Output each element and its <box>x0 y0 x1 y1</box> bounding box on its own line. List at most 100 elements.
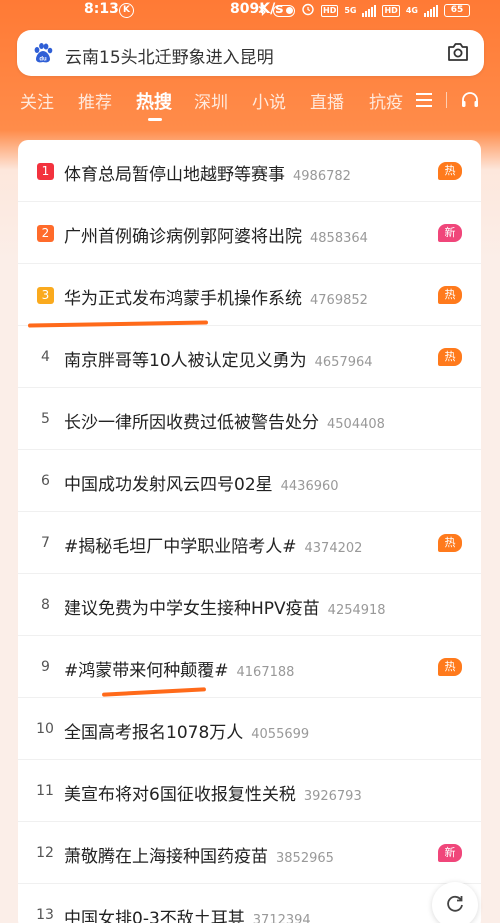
notification-k-icon: K <box>119 3 134 18</box>
svg-text:du: du <box>39 57 47 63</box>
tab-recommend[interactable]: 推荐 <box>78 88 112 113</box>
item-title-row: 华为正式发布鸿蒙手机操作系统 4769852 <box>64 284 368 309</box>
item-title-row: 全国高考报名1078万人 4055699 <box>64 718 309 743</box>
search-bar[interactable]: du 云南15头北迁野象进入昆明 <box>17 30 484 76</box>
search-count: 4055699 <box>251 727 310 742</box>
hot-search-list: 1 体育总局暂停山地越野等赛事 4986782 热 2 广州首例确诊病例郭阿婆将出… <box>18 140 481 923</box>
status-icons: HD 5G HD 4G 65 <box>258 2 470 19</box>
item-title: 萧敬腾在上海接种国药疫苗 <box>64 847 268 867</box>
item-title: #鸿蒙带来何种颠覆# <box>64 661 229 681</box>
list-item[interactable]: 9 #鸿蒙带来何种颠覆# 4167188 热 <box>18 636 481 698</box>
item-title-row: 广州首例确诊病例郭阿婆将出院 4858364 <box>64 222 368 247</box>
search-count: 3712394 <box>252 913 311 923</box>
baidu-paw-logo-icon: du <box>31 41 55 65</box>
list-item[interactable]: 8 建议免费为中学女生接种HPV疫苗 4254918 <box>18 574 481 636</box>
list-item[interactable]: 6 中国成功发射风云四号02星 4436960 <box>18 450 481 512</box>
item-title-row: 长沙一律所因收费过低被警告处分 4504408 <box>64 408 385 433</box>
list-item[interactable]: 12 萧敬腾在上海接种国药疫苗 3852965 新 <box>18 822 481 884</box>
list-item[interactable]: 2 广州首例确诊病例郭阿婆将出院 4858364 新 <box>18 202 481 264</box>
refresh-icon <box>447 895 463 912</box>
item-title: 南京胖哥等10人被认定见义勇为 <box>64 351 307 371</box>
rank-number: 9 <box>41 659 50 675</box>
tab-follow[interactable]: 关注 <box>20 88 54 113</box>
item-title-row: 中国女排0-3不敌土耳其 3712394 <box>64 904 311 923</box>
rank-number: 13 <box>36 907 54 923</box>
item-title: 美宣布将对6国征收报复性关税 <box>64 785 296 805</box>
list-item[interactable]: 7 #揭秘毛坦厂中学职业陪考人# 4374202 热 <box>18 512 481 574</box>
item-title: #揭秘毛坦厂中学职业陪考人# <box>64 537 297 557</box>
item-title-row: 美宣布将对6国征收报复性关税 3926793 <box>64 780 362 805</box>
menu-icon[interactable] <box>416 92 432 107</box>
rank-number: 10 <box>36 721 54 737</box>
rank-number: 6 <box>41 473 50 489</box>
clock: 8:13 <box>84 1 119 17</box>
hd-icon: HD <box>321 4 339 17</box>
list-item[interactable]: 3 华为正式发布鸿蒙手机操作系统 4769852 热 <box>18 264 481 326</box>
tab-shenzhen[interactable]: 深圳 <box>194 88 228 113</box>
new-badge: 新 <box>438 844 462 862</box>
tab-live[interactable]: 直播 <box>310 88 344 113</box>
rank-number: 3 <box>37 287 54 304</box>
search-count: 4167188 <box>236 665 295 680</box>
alarm-icon <box>301 2 315 19</box>
search-count: 4986782 <box>293 169 351 184</box>
status-bar: 8:13 K 809K/s HD 5G HD 4G 65 <box>0 0 500 22</box>
item-title: 中国女排0-3不敌土耳其 <box>64 909 245 923</box>
headphones-icon[interactable] <box>460 90 480 110</box>
item-title-row: #鸿蒙带来何种颠覆# 4167188 <box>64 656 294 681</box>
camera-icon[interactable] <box>447 42 469 62</box>
list-item[interactable]: 13 中国女排0-3不敌土耳其 3712394 <box>18 884 481 923</box>
rank-number: 2 <box>37 225 54 242</box>
tab-novel[interactable]: 小说 <box>252 88 286 113</box>
search-count: 4374202 <box>304 541 363 556</box>
hot-badge: 热 <box>438 658 462 676</box>
channel-tabs: 关注 推荐 热搜 深圳 小说 直播 抗疫 <box>0 88 500 122</box>
item-title: 华为正式发布鸿蒙手机操作系统 <box>64 289 302 309</box>
item-title-row: #揭秘毛坦厂中学职业陪考人# 4374202 <box>64 532 362 557</box>
rank-number: 11 <box>36 783 54 799</box>
hot-badge: 热 <box>438 348 462 366</box>
item-title-row: 萧敬腾在上海接种国药疫苗 3852965 <box>64 842 334 867</box>
rank-number: 8 <box>41 597 50 613</box>
list-item[interactable]: 4 南京胖哥等10人被认定见义勇为 4657964 热 <box>18 326 481 388</box>
rank-number: 4 <box>41 349 50 365</box>
battery-icon: 65 <box>443 4 470 17</box>
list-item[interactable]: 11 美宣布将对6国征收报复性关税 3926793 <box>18 760 481 822</box>
item-title-row: 中国成功发射风云四号02星 4436960 <box>64 470 339 495</box>
search-count: 4436960 <box>280 479 339 494</box>
item-title: 长沙一律所因收费过低被警告处分 <box>64 413 319 433</box>
network-4g-label: 4G <box>405 6 418 15</box>
search-count: 4657964 <box>314 355 373 370</box>
active-tab-indicator <box>148 118 162 121</box>
rank-number: 7 <box>41 535 50 551</box>
item-title-row: 建议免费为中学女生接种HPV疫苗 4254918 <box>64 594 386 619</box>
tab-hot-search[interactable]: 热搜 <box>136 88 172 114</box>
item-title: 体育总局暂停山地越野等赛事 <box>64 165 285 185</box>
bluetooth-icon <box>258 2 267 19</box>
tab-anti-epidemic[interactable]: 抗疫 <box>369 88 403 113</box>
toggle-icon <box>273 4 295 17</box>
item-title-row: 南京胖哥等10人被认定见义勇为 4657964 <box>64 346 373 371</box>
hot-badge: 热 <box>438 286 462 304</box>
hd-icon-2: HD <box>382 4 400 17</box>
hot-badge: 热 <box>438 534 462 552</box>
item-title: 中国成功发射风云四号02星 <box>64 475 273 495</box>
rank-number: 5 <box>41 411 50 427</box>
item-title: 全国高考报名1078万人 <box>64 723 244 743</box>
search-count: 4858364 <box>310 231 368 246</box>
search-count: 4254918 <box>327 603 386 618</box>
list-item[interactable]: 5 长沙一律所因收费过低被警告处分 4504408 <box>18 388 481 450</box>
refresh-button[interactable] <box>432 882 478 923</box>
list-item[interactable]: 10 全国高考报名1078万人 4055699 <box>18 698 481 760</box>
search-query[interactable]: 云南15头北迁野象进入昆明 <box>65 43 274 68</box>
network-5g-label: 5G <box>344 6 357 15</box>
hot-badge: 热 <box>438 162 462 180</box>
item-title: 广州首例确诊病例郭阿婆将出院 <box>64 227 302 247</box>
search-count: 4769852 <box>310 293 368 308</box>
signal-icon-2 <box>423 4 438 17</box>
search-count: 3852965 <box>276 851 334 866</box>
list-item[interactable]: 1 体育总局暂停山地越野等赛事 4986782 热 <box>18 140 481 202</box>
item-title-row: 体育总局暂停山地越野等赛事 4986782 <box>64 160 351 185</box>
search-count: 4504408 <box>327 417 385 432</box>
rank-number: 12 <box>36 845 54 861</box>
